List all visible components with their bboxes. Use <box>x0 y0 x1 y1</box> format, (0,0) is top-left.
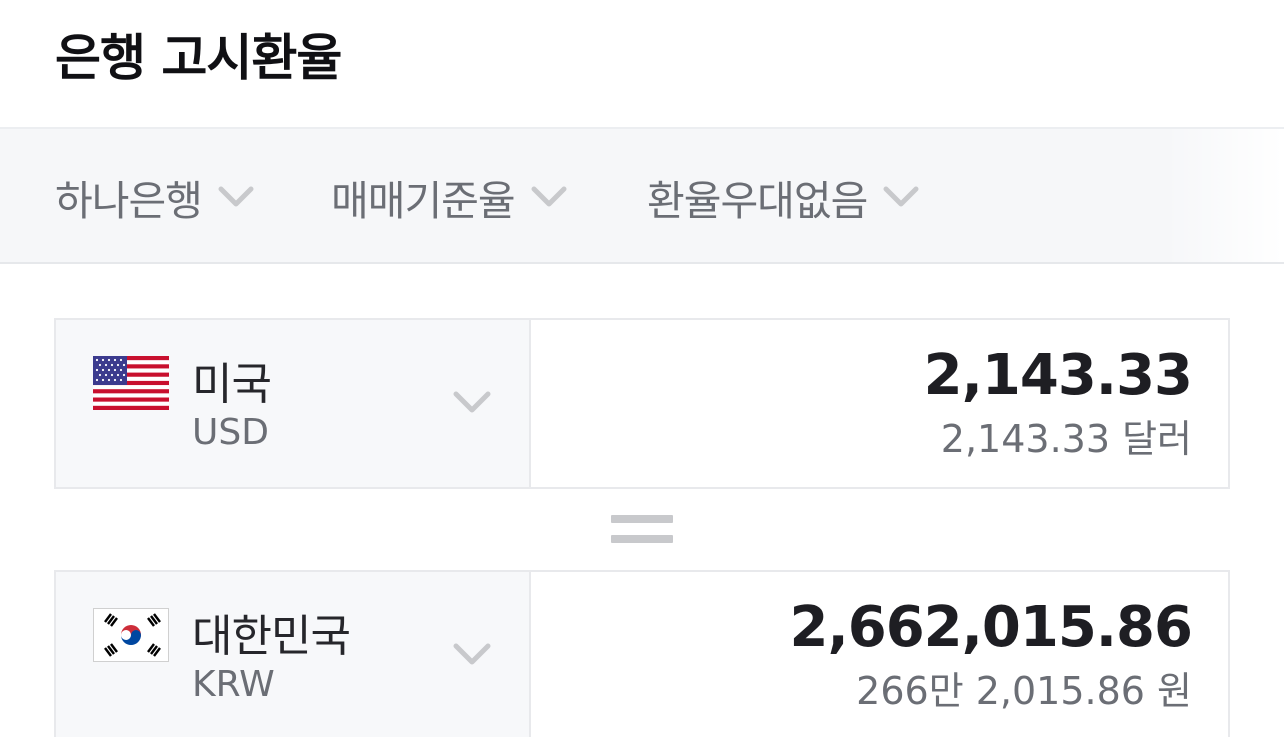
amount-text: 266만 2,015.86 원 <box>856 669 1192 713</box>
chevron-down-icon <box>218 186 254 208</box>
chevron-down-icon <box>883 186 919 208</box>
bank-filter-dropdown[interactable]: 하나은행 <box>55 169 254 225</box>
filter-bar: 하나은행 매매기준율 환율우대없음 <box>0 127 1284 264</box>
rate-type-filter-dropdown[interactable]: 매매기준율 <box>331 169 567 225</box>
rate-discount-filter-dropdown[interactable]: 환율우대없음 <box>647 169 919 225</box>
amount-value: 2,143.33 <box>923 343 1193 408</box>
bank-filter-label: 하나은행 <box>55 177 203 225</box>
scroll-fade <box>1164 129 1284 262</box>
kr-flag-icon <box>93 608 169 662</box>
to-currency-select[interactable]: 대한민국 KRW <box>56 572 531 737</box>
us-flag-icon <box>93 356 169 410</box>
amount-text: 2,143.33 달러 <box>940 417 1192 461</box>
chevron-down-icon <box>452 390 492 420</box>
currency-code: USD <box>192 412 269 453</box>
to-amount-input[interactable]: 2,662,015.86 266만 2,015.86 원 <box>789 592 1193 716</box>
from-amount-input[interactable]: 2,143.33 2,143.33 달러 <box>923 340 1193 464</box>
currency-code: KRW <box>192 664 275 705</box>
currency-name: 미국 <box>192 359 272 410</box>
page-title: 은행 고시환율 <box>55 29 342 87</box>
from-currency-select[interactable]: 미국 USD <box>56 320 531 487</box>
chevron-down-icon <box>452 642 492 672</box>
chevron-down-icon <box>531 186 567 208</box>
to-currency-row: 대한민국 KRW 2,662,015.86 266만 2,015.86 원 <box>54 570 1230 737</box>
from-currency-row: 미국 USD 2,143.33 2,143.33 달러 <box>54 318 1230 489</box>
amount-value: 2,662,015.86 <box>789 595 1193 660</box>
rate-type-filter-label: 매매기준율 <box>331 177 516 225</box>
currency-name: 대한민국 <box>192 611 351 662</box>
rate-discount-filter-label: 환율우대없음 <box>647 177 868 225</box>
exchange-rate-page: 은행 고시환율 하나은행 매매기준율 환율우대없음 미국 USD 2,143.3… <box>0 0 1284 737</box>
equals-icon <box>611 515 673 545</box>
